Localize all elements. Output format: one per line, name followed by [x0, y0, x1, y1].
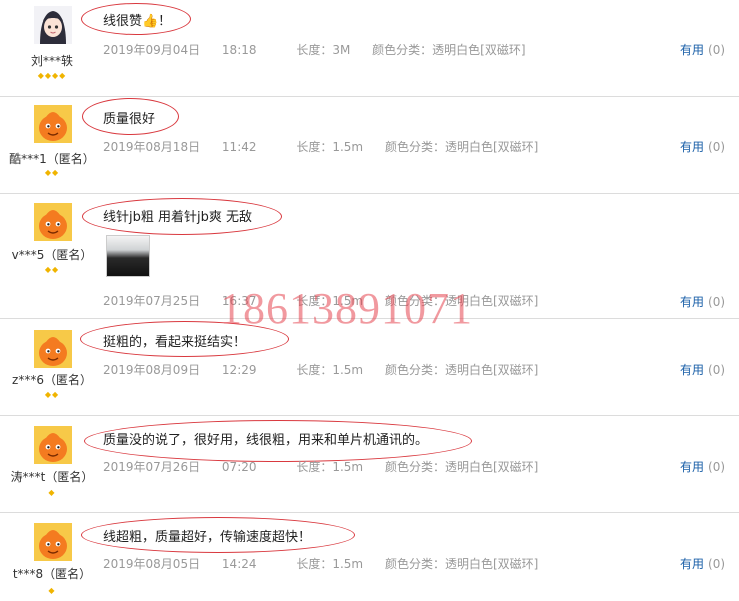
useful-vote: 有用 (0) — [680, 361, 725, 378]
review-text: 线超粗，质量超好，传输速度超快！ — [103, 530, 312, 545]
review-meta: 2019年08月09日 12:29 长度：1.5m 颜色分类：透明白色[双磁环] — [103, 361, 556, 378]
username[interactable]: z***6（匿名） — [0, 371, 104, 388]
username[interactable]: 涛***t（匿名） — [0, 468, 104, 485]
review-text: 质量没的说了，很好用，线很粗，用来和单片机通讯的。 — [103, 433, 429, 448]
length-spec: 长度：1.5m — [296, 363, 364, 377]
buyer-rank-icon: ◆◆◆◆ — [37, 71, 67, 80]
buyer-rank-icon: ◆◆ — [44, 390, 60, 399]
user-avatar[interactable] — [34, 426, 72, 464]
color-spec: 颜色分类：透明白色[双磁环] — [372, 43, 526, 57]
useful-button[interactable]: 有用 — [680, 295, 704, 309]
length-spec: 长度：1.5m — [296, 140, 364, 154]
review-text: 质量很好 — [103, 112, 156, 127]
review-date: 2019年09月04日 18:18 — [103, 43, 257, 57]
review-item: 酷***1（匿名） ◆◆ 质量很好 2019年08月18日 11:42 长度：1… — [0, 97, 739, 193]
review-date: 2019年08月05日 14:24 — [103, 557, 257, 571]
review-date: 2019年08月18日 11:42 — [103, 140, 257, 154]
useful-count: (0) — [708, 43, 726, 57]
length-spec: 长度：3M — [296, 43, 351, 57]
review-item: t***8（匿名） ◆ 线超粗，质量超好，传输速度超快！ 2019年08月05日… — [0, 513, 739, 601]
useful-count: (0) — [708, 363, 726, 377]
useful-vote: 有用 (0) — [680, 138, 725, 155]
length-spec: 长度：1.5m — [296, 557, 364, 571]
buyer-rank-icon: ◆ — [48, 488, 56, 497]
useful-count: (0) — [708, 295, 726, 309]
phone-watermark: 18613891071 — [220, 284, 473, 333]
user-avatar[interactable] — [34, 6, 72, 44]
review-text: 线针jb粗 用着针jb爽 无敌 — [103, 210, 252, 225]
username[interactable]: v***5（匿名） — [0, 246, 104, 263]
user-avatar[interactable] — [34, 203, 72, 241]
username[interactable]: 酷***1（匿名） — [0, 150, 104, 167]
user-avatar[interactable] — [34, 523, 72, 561]
buyer-rank-icon: ◆ — [48, 586, 56, 595]
username[interactable]: 刘***轶 — [0, 52, 104, 69]
review-text: 线很赞👍！ — [103, 14, 172, 29]
color-spec: 颜色分类：透明白色[双磁环] — [384, 140, 539, 154]
user-avatar[interactable] — [34, 330, 72, 368]
review-item: 刘***轶 ◆◆◆◆ 线很赞👍！ 2019年09月04日 18:18 长度：3M… — [0, 0, 739, 96]
useful-button[interactable]: 有用 — [680, 43, 704, 57]
length-spec: 长度：1.5m — [296, 460, 364, 474]
useful-count: (0) — [708, 140, 726, 154]
buyer-rank-icon: ◆◆ — [44, 168, 60, 177]
review-photo[interactable] — [106, 235, 150, 277]
buyer-rank-icon: ◆◆ — [44, 265, 60, 274]
username[interactable]: t***8（匿名） — [0, 565, 104, 582]
review-date: 2019年08月09日 12:29 — [103, 363, 257, 377]
useful-button[interactable]: 有用 — [680, 557, 704, 571]
review-meta: 2019年09月04日 18:18 长度：3M 颜色分类：透明白色[双磁环] — [103, 41, 544, 58]
useful-vote: 有用 (0) — [680, 293, 725, 310]
useful-vote: 有用 (0) — [680, 555, 725, 572]
review-meta: 2019年08月18日 11:42 长度：1.5m 颜色分类：透明白色[双磁环] — [103, 138, 556, 155]
color-spec: 颜色分类：透明白色[双磁环] — [384, 460, 539, 474]
useful-count: (0) — [708, 557, 726, 571]
useful-button[interactable]: 有用 — [680, 363, 704, 377]
useful-button[interactable]: 有用 — [680, 140, 704, 154]
useful-button[interactable]: 有用 — [680, 460, 704, 474]
review-item: 涛***t（匿名） ◆ 质量没的说了，很好用，线很粗，用来和单片机通讯的。 20… — [0, 416, 739, 512]
useful-vote: 有用 (0) — [680, 458, 725, 475]
review-meta: 2019年07月26日 07:20 长度：1.5m 颜色分类：透明白色[双磁环] — [103, 458, 556, 475]
useful-vote: 有用 (0) — [680, 41, 725, 58]
color-spec: 颜色分类：透明白色[双磁环] — [384, 557, 539, 571]
review-date: 2019年07月26日 07:20 — [103, 460, 257, 474]
user-avatar[interactable] — [34, 105, 72, 143]
review-meta: 2019年08月05日 14:24 长度：1.5m 颜色分类：透明白色[双磁环] — [103, 555, 556, 572]
color-spec: 颜色分类：透明白色[双磁环] — [384, 363, 539, 377]
useful-count: (0) — [708, 460, 726, 474]
